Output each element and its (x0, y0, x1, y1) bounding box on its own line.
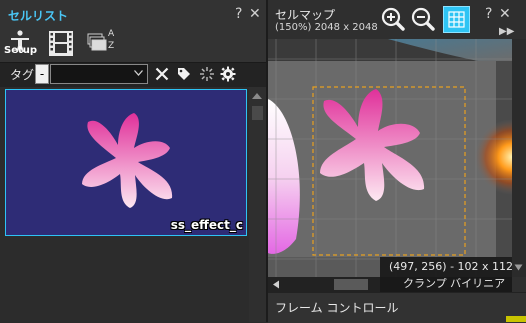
zoom-out-icon[interactable] (411, 7, 435, 31)
cell-thumbnail (82, 113, 173, 208)
gear-icon[interactable] (220, 66, 236, 82)
frame-control-handle[interactable] (506, 316, 526, 322)
cell-list-close-button[interactable]: ✕ (249, 7, 261, 21)
cell-name-label: ss_effect_c (170, 218, 243, 232)
chevron-down-icon (134, 70, 143, 76)
setup-label: Setup (4, 45, 38, 56)
sort-label-z: Z (108, 41, 115, 51)
burst-icon[interactable] (199, 66, 215, 82)
tag-icon[interactable] (177, 67, 191, 81)
cell-map-subtitle: (150%) 2048 x 2048 (275, 22, 378, 33)
chevron-down-icon[interactable] (514, 264, 523, 271)
texture-filter-select[interactable]: クランプ バイリニア (403, 275, 505, 291)
grid-icon (448, 11, 465, 28)
cell-map-vertical-scrollbar[interactable] (512, 39, 526, 277)
frame-control-title: フレーム コントロール (275, 301, 399, 315)
clear-icon[interactable] (155, 67, 169, 81)
cell-map-texture (268, 39, 512, 277)
tag-label: タグ (10, 68, 35, 82)
cell-map-close-button[interactable]: ✕ (499, 7, 511, 21)
scroll-left-icon[interactable] (272, 280, 280, 289)
scroll-up-icon[interactable] (251, 92, 263, 100)
cell-list-scrollbar[interactable] (249, 87, 266, 322)
cell-map-canvas[interactable] (268, 39, 512, 277)
cell-list-help-button[interactable]: ? (235, 7, 242, 21)
coordinate-text: (497, 256) - 102 x 112 (389, 260, 514, 273)
cell-list-scroll-thumb[interactable] (252, 106, 263, 120)
cell-list-title: セルリスト (8, 9, 69, 23)
sort-button[interactable]: A Z (86, 29, 116, 56)
sort-label-a: A (108, 29, 115, 39)
grid-toggle-button[interactable] (443, 6, 470, 33)
cell-list-item[interactable]: ss_effect_c (5, 89, 247, 236)
cell-map-title: セルマップ (275, 8, 336, 22)
animation-button[interactable] (46, 28, 76, 58)
film-icon (49, 31, 73, 56)
cell-map-menu-button[interactable]: ▶▶ (499, 26, 514, 37)
tag-remove-button[interactable]: - (35, 64, 49, 84)
cell-map-help-button[interactable]: ? (485, 7, 492, 21)
sort-icon (87, 33, 107, 51)
cell-map-scroll-thumb[interactable] (334, 279, 368, 290)
zoom-in-icon[interactable] (381, 7, 405, 31)
